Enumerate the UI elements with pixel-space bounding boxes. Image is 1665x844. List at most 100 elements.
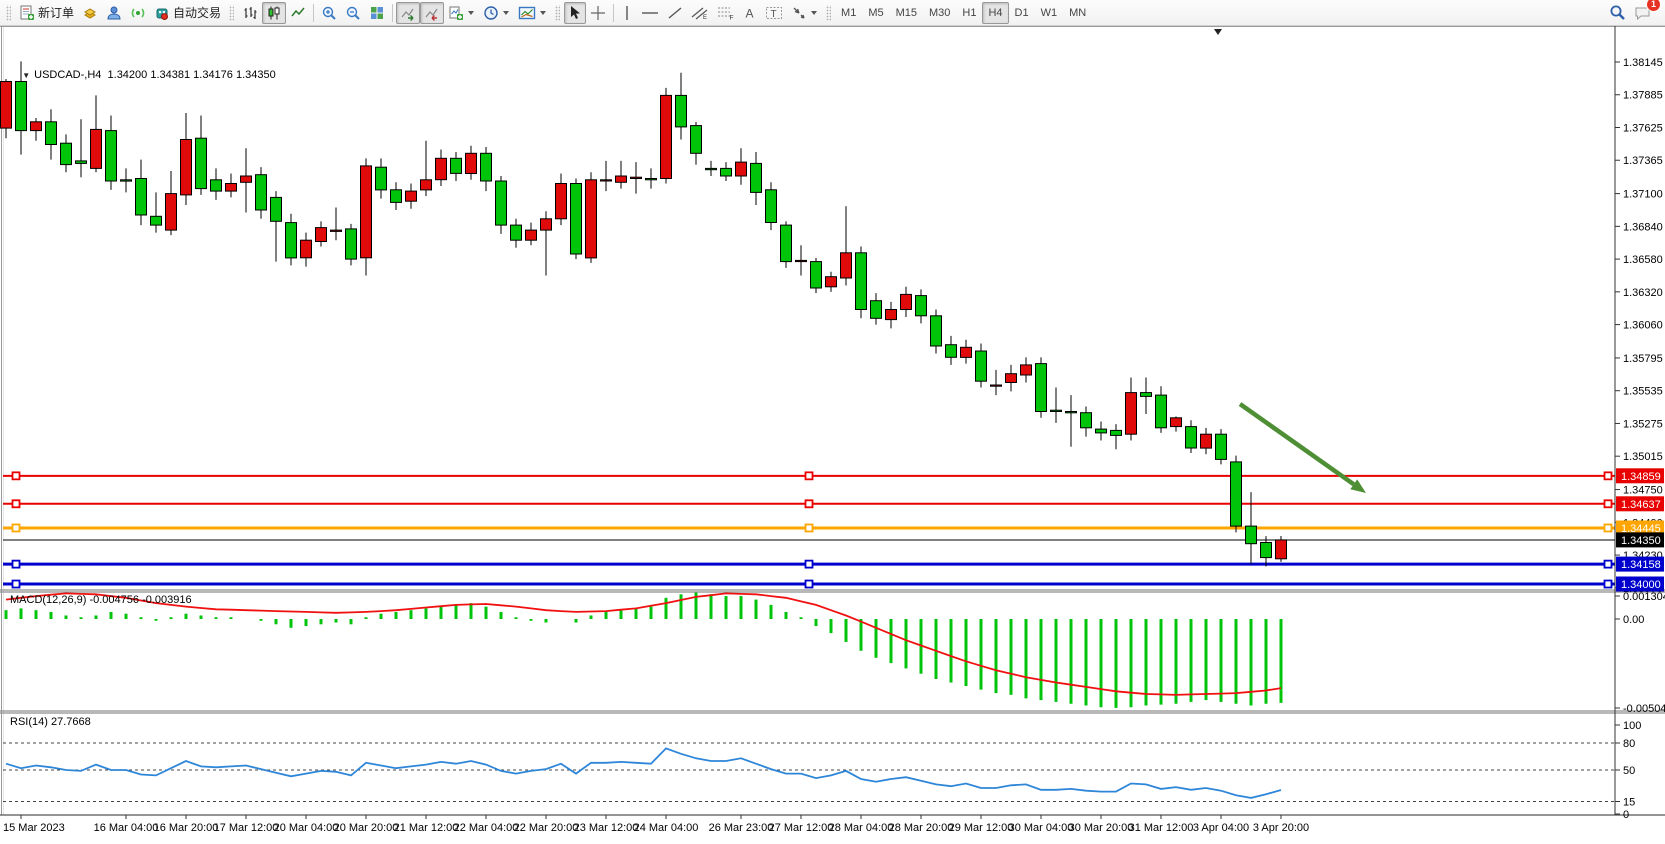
price-tick-label: 1.37885 — [1623, 90, 1663, 102]
bar-chart-mode-button[interactable] — [238, 2, 262, 24]
toolbar-grip[interactable] — [6, 5, 11, 21]
tab-timeframe-h1[interactable]: H1 — [956, 2, 982, 24]
candle — [241, 176, 252, 182]
tab-timeframe-w1[interactable]: W1 — [1035, 2, 1064, 24]
periodicity-button[interactable] — [479, 2, 514, 24]
chart-window[interactable]: 1.381451.378851.376251.373651.371001.368… — [0, 26, 1665, 844]
candle — [1231, 462, 1242, 526]
line-handle[interactable] — [13, 524, 20, 531]
time-tick-label: 22 Mar 20:00 — [514, 822, 579, 834]
candle — [526, 230, 537, 240]
zoom-in-button[interactable] — [317, 2, 341, 24]
time-tick-label: 20 Mar 04:00 — [274, 822, 339, 834]
line-handle[interactable] — [13, 561, 20, 568]
time-axis[interactable]: 15 Mar 202316 Mar 04:0016 Mar 20:0017 Ma… — [3, 815, 1309, 834]
vertical-line-tool-button[interactable] — [617, 2, 637, 24]
line-handle[interactable] — [1605, 561, 1612, 568]
tab-timeframe-m1[interactable]: M1 — [835, 2, 862, 24]
text-tool-button[interactable]: A — [739, 2, 761, 24]
chart-title: ▼USDCAD-,H4 1.34200 1.34381 1.34176 1.34… — [10, 57, 276, 93]
line-handle[interactable] — [13, 500, 20, 507]
search-button[interactable] — [1605, 2, 1630, 24]
line-handle[interactable] — [1605, 581, 1612, 588]
candle — [391, 190, 402, 203]
candle — [736, 162, 747, 176]
auto-trading-button[interactable]: 自动交易 — [150, 2, 225, 24]
horizontal-line-tool-button[interactable] — [637, 2, 663, 24]
new-chart-button[interactable] — [444, 2, 479, 24]
candle — [1066, 412, 1077, 413]
tab-timeframe-mn[interactable]: MN — [1063, 2, 1092, 24]
toolbar-grip[interactable] — [555, 5, 560, 21]
line-handle[interactable] — [13, 581, 20, 588]
metaeditor-button[interactable] — [78, 2, 102, 24]
rsi-indicator-label: RSI(14) 27.7668 — [10, 716, 91, 728]
toolbar-grip[interactable] — [229, 5, 234, 21]
signals-button[interactable] — [126, 2, 150, 24]
chevron-down-icon — [540, 11, 546, 15]
candle — [901, 294, 912, 309]
fibonacci-tool-button[interactable]: F — [713, 2, 739, 24]
line-handle[interactable] — [806, 581, 813, 588]
time-tick-label: 31 Mar 12:00 — [1129, 822, 1194, 834]
candle — [676, 95, 687, 127]
tab-timeframe-m15[interactable]: M15 — [890, 2, 923, 24]
chart-canvas[interactable]: 1.381451.378851.376251.373651.371001.368… — [0, 26, 1665, 844]
price-tick-label: 1.36580 — [1623, 254, 1663, 266]
chart-shift-button[interactable] — [420, 2, 444, 24]
down-arrow-annotation[interactable] — [1240, 404, 1366, 493]
label-tool-button[interactable]: T — [761, 2, 787, 24]
toolbar-grip[interactable] — [826, 5, 831, 21]
tile-windows-icon — [369, 5, 385, 21]
notifications-button[interactable]: 1 — [1630, 2, 1655, 24]
signal-waves-icon — [130, 5, 146, 21]
zoom-in-icon — [321, 5, 337, 21]
crosshair-tool-button[interactable] — [586, 2, 610, 24]
zoom-out-button[interactable] — [341, 2, 365, 24]
tab-timeframe-m30[interactable]: M30 — [923, 2, 956, 24]
line-chart-mode-button[interactable] — [286, 2, 310, 24]
candle — [121, 180, 132, 181]
horizontal-line-objects[interactable] — [3, 472, 1615, 587]
chart-menu-arrow-icon[interactable]: ▼ — [22, 71, 30, 80]
line-handle[interactable] — [1605, 500, 1612, 507]
line-handle[interactable] — [806, 524, 813, 531]
auto-scroll-button[interactable] — [396, 2, 420, 24]
line-handle[interactable] — [1605, 472, 1612, 479]
rsi-tick-label: 15 — [1623, 797, 1635, 809]
macd-tick-label: -0.005044 — [1623, 703, 1665, 715]
arrows-tool-button[interactable] — [787, 2, 822, 24]
line-handle[interactable] — [13, 472, 20, 479]
candle — [1126, 393, 1137, 435]
line-handle[interactable] — [806, 500, 813, 507]
line-handle[interactable] — [806, 561, 813, 568]
tab-timeframe-d1[interactable]: D1 — [1009, 2, 1035, 24]
candle — [1141, 393, 1152, 397]
main-toolbar: 新订单 自动交易 — [0, 0, 1665, 26]
horizontal-line-icon — [641, 5, 659, 21]
candle — [406, 191, 417, 201]
candlestick-mode-button[interactable] — [262, 2, 286, 24]
rsi-tick-label: 100 — [1623, 720, 1641, 732]
trendline-tool-button[interactable] — [663, 2, 687, 24]
time-tick-label: 15 Mar 2023 — [3, 822, 65, 834]
channel-tool-button[interactable]: E — [687, 2, 713, 24]
tab-timeframe-m5[interactable]: M5 — [862, 2, 889, 24]
cursor-tool-button[interactable] — [564, 2, 586, 24]
zoom-out-icon — [345, 5, 361, 21]
chart-shift-marker[interactable] — [1214, 29, 1222, 35]
new-order-label: 新订单 — [38, 4, 74, 21]
line-handle[interactable] — [806, 472, 813, 479]
chevron-down-icon — [811, 11, 817, 15]
candle — [1276, 540, 1287, 559]
tab-timeframe-h4[interactable]: H4 — [982, 2, 1008, 24]
new-order-button[interactable]: 新订单 — [15, 2, 78, 24]
line-handle[interactable] — [1605, 524, 1612, 531]
candle — [1036, 364, 1047, 412]
candle — [286, 223, 297, 258]
price-axis[interactable]: 1.381451.378851.376251.373651.371001.368… — [1615, 26, 1663, 815]
community-button[interactable] — [102, 2, 126, 24]
tile-windows-button[interactable] — [365, 2, 389, 24]
templates-button[interactable] — [514, 2, 551, 24]
candle — [196, 138, 207, 188]
